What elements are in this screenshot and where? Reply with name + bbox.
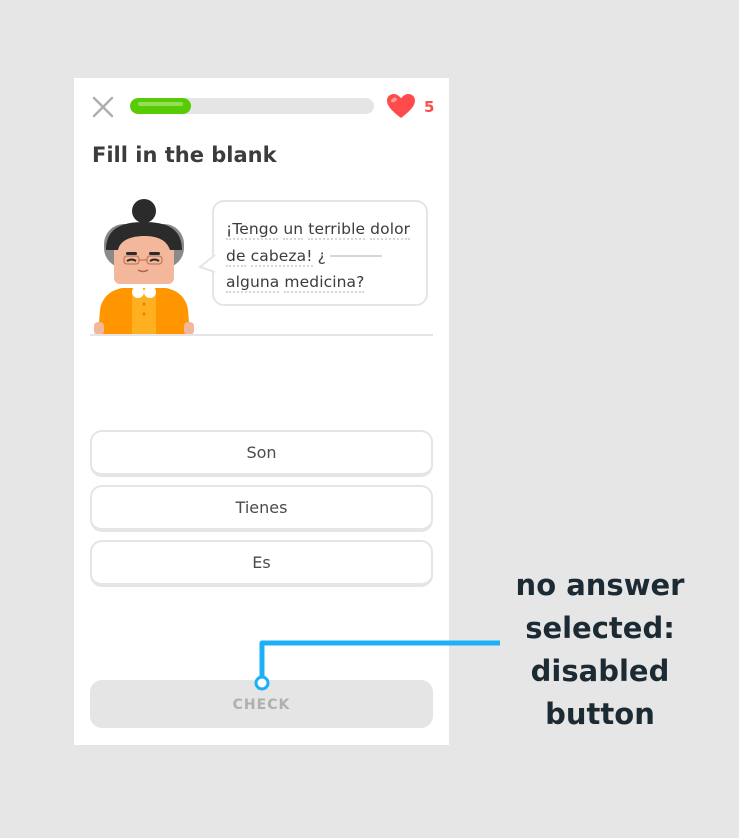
speech-bubble-tail <box>198 254 216 273</box>
sentence-word[interactable]: terrible <box>308 220 366 240</box>
character-illustration <box>94 199 194 335</box>
lesson-screen: 5 Fill in the blank ¡Tengo un terrible d… <box>74 78 449 745</box>
check-button[interactable]: CHECK <box>90 680 433 728</box>
annotation-line: button <box>545 697 655 731</box>
annotation-line: disabled <box>530 654 670 688</box>
annotation-line: selected: <box>525 611 675 645</box>
divider <box>90 334 433 336</box>
speech-bubble: ¡Tengo un terrible dolor de cabeza! ¿ al… <box>198 200 428 306</box>
close-button[interactable] <box>92 96 114 118</box>
sentence-word[interactable]: dolor <box>370 220 411 240</box>
choice-button[interactable]: Tienes <box>90 485 433 532</box>
sentence-word[interactable]: de <box>226 246 246 267</box>
progress-fill <box>130 98 191 114</box>
page-title: Fill in the blank <box>92 143 277 167</box>
answer-blank <box>329 254 382 257</box>
sentence-word[interactable]: cabeza! <box>250 246 313 267</box>
sentence-word[interactable]: ¡Tengo <box>226 220 279 240</box>
annotation-line: no answer <box>515 568 685 602</box>
prompt-sentence: ¡Tengo un terrible dolor de cabeza! ¿ al… <box>226 216 422 296</box>
heart-icon <box>387 94 415 118</box>
close-icon <box>92 96 114 118</box>
annotation-text: no answer selected: disabled button <box>500 564 700 736</box>
progress-bar <box>130 98 374 114</box>
hearts-count: 5 <box>424 98 435 116</box>
sentence-word[interactable]: un <box>283 220 304 240</box>
answer-choices: Son Tienes Es <box>90 430 433 595</box>
sentence-line: de cabeza! ¿ <box>226 243 422 270</box>
choice-button[interactable]: Son <box>90 430 433 477</box>
sentence-word: ¿ <box>317 246 326 265</box>
choice-button[interactable]: Es <box>90 540 433 587</box>
sentence-line: ¡Tengo un terrible dolor <box>226 216 422 243</box>
sentence-word[interactable]: alguna <box>226 273 280 293</box>
sentence-line: alguna medicina? <box>226 269 422 296</box>
sentence-word[interactable]: medicina? <box>284 273 365 293</box>
